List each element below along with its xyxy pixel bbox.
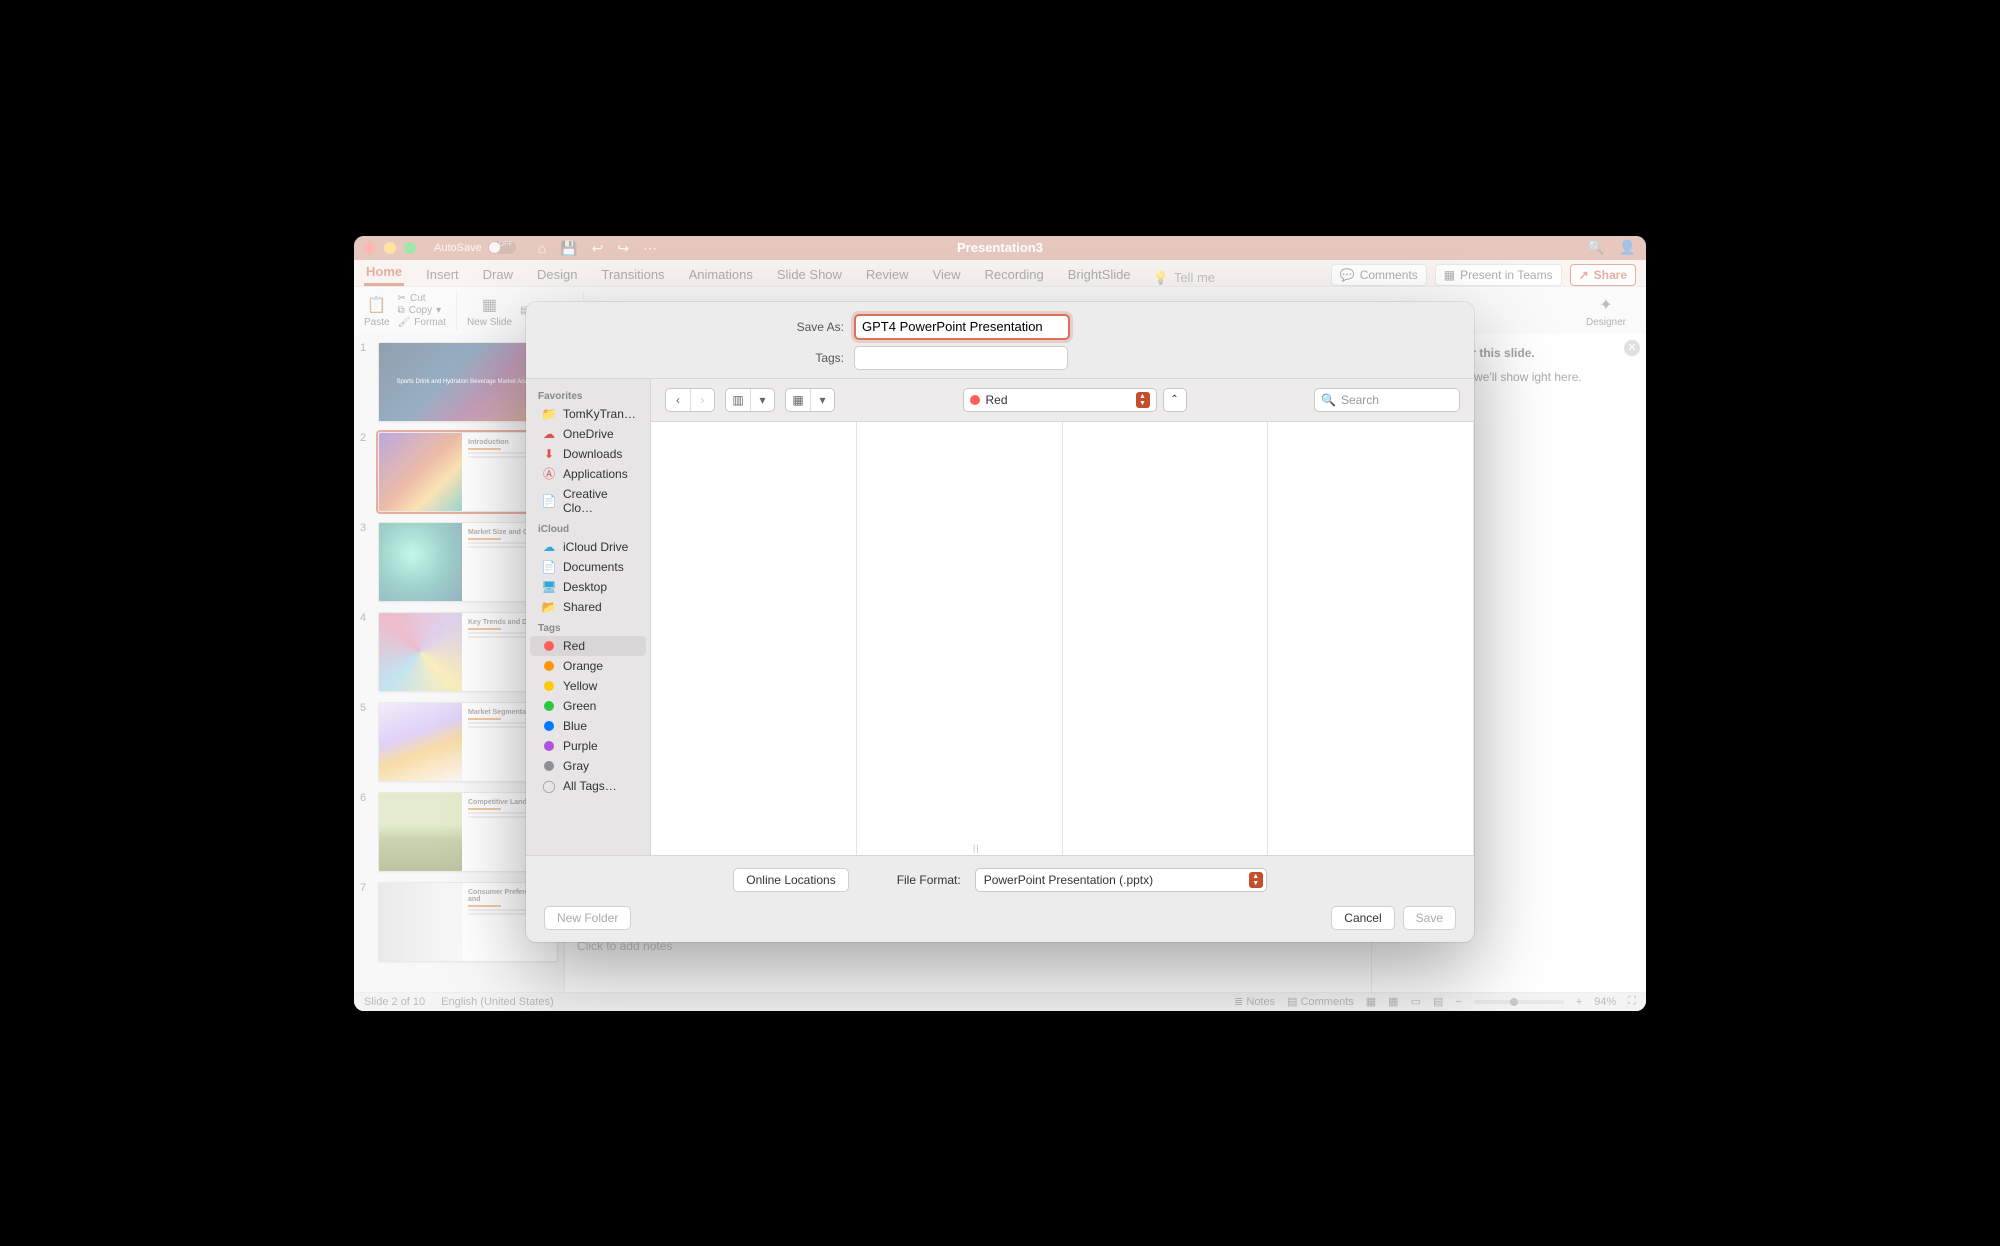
browser-column (1268, 422, 1474, 855)
desktop-icon: 🖥 (542, 580, 556, 594)
sidebar-item-tomkytran-[interactable]: 📁 TomKyTran… (530, 404, 646, 424)
sidebar-item-label: Documents (563, 560, 624, 574)
folder-icon: 📁 (542, 407, 556, 421)
chevron-down-icon: ▾ (759, 393, 765, 407)
sidebar-item-label: Orange (563, 659, 603, 673)
sidebar-item-blue[interactable]: Blue (530, 716, 646, 736)
browser-column (857, 422, 1063, 855)
sidebar-item-gray[interactable]: Gray (530, 756, 646, 776)
sidebar-item-label: TomKyTran… (563, 407, 636, 421)
sidebar-item-all-tags[interactable]: ◯ All Tags… (530, 776, 646, 796)
sidebar-item-label: Shared (563, 600, 602, 614)
sidebar-item-label: OneDrive (563, 427, 614, 441)
save-dialog-sidebar: Favorites 📁 TomKyTran… ☁︎ OneDrive ⬇︎ Download… (526, 379, 651, 855)
tag-dot-icon (542, 699, 556, 713)
save-as-input[interactable] (854, 314, 1070, 340)
save-button[interactable]: Save (1403, 906, 1456, 930)
search-input[interactable]: 🔍 Search (1314, 388, 1460, 412)
cloud-icon: ☁︎ (542, 540, 556, 554)
sidebar-item-shared[interactable]: 📂 Shared (530, 597, 646, 617)
online-locations-button[interactable]: Online Locations (733, 868, 848, 892)
tag-dot-icon (542, 719, 556, 733)
back-button[interactable]: ‹ (666, 389, 690, 411)
sidebar-item-label: Gray (563, 759, 589, 773)
sidebar-item-label: Blue (563, 719, 587, 733)
powerpoint-window: AutoSave OFF ⌂ 💾 ↩ ↪ ⋯ Presentation3 🔍 👤… (354, 236, 1646, 1011)
columns-icon: ▥ (732, 393, 743, 407)
browser-column (651, 422, 857, 855)
sidebar-item-label: Desktop (563, 580, 607, 594)
file-browser[interactable]: || (651, 422, 1474, 855)
doc-icon: 📄 (542, 494, 556, 508)
all-tags-icon: ◯ (542, 779, 556, 793)
chevron-left-icon: ‹ (676, 393, 680, 407)
file-format-value: PowerPoint Presentation (.pptx) (984, 873, 1153, 887)
chevron-right-icon: › (701, 393, 705, 407)
sidebar-header-favorites: Favorites (526, 385, 650, 404)
cancel-button[interactable]: Cancel (1331, 906, 1394, 930)
tag-dot-icon (542, 659, 556, 673)
sidebar-item-label: Downloads (563, 447, 622, 461)
location-picker[interactable]: Red ▲▼ (963, 388, 1157, 412)
forward-button[interactable]: › (690, 389, 714, 411)
sidebar-item-label: Yellow (563, 679, 597, 693)
shared-icon: 📂 (542, 600, 556, 614)
sidebar-item-label: Red (563, 639, 585, 653)
tag-dot-icon (542, 639, 556, 653)
tags-input[interactable] (854, 346, 1068, 370)
collapse-button[interactable]: ⌃ (1163, 388, 1187, 412)
file-format-label: File Format: (897, 873, 961, 887)
stepper-icon: ▲▼ (1136, 392, 1150, 408)
tag-dot-icon (542, 739, 556, 753)
new-folder-button[interactable]: New Folder (544, 906, 631, 930)
sidebar-item-desktop[interactable]: 🖥 Desktop (530, 577, 646, 597)
sidebar-item-red[interactable]: Red (530, 636, 646, 656)
tag-dot-icon (542, 759, 556, 773)
browser-column (1063, 422, 1269, 855)
sidebar-item-downloads[interactable]: ⬇︎ Downloads (530, 444, 646, 464)
nav-buttons: ‹ › (665, 388, 715, 412)
grid-icon: ▦ (792, 393, 803, 407)
file-format-select[interactable]: PowerPoint Presentation (.pptx) ▲▼ (975, 868, 1267, 892)
sidebar-header-tags: Tags (526, 617, 650, 636)
view-mode-grid[interactable]: ▦ ▾ (785, 388, 835, 412)
chevron-down-icon: ▾ (819, 393, 825, 407)
sidebar-item-label: Applications (563, 467, 628, 481)
doc-icon: 📄 (542, 560, 556, 574)
sidebar-item-creative-clo-[interactable]: 📄 Creative Clo… (530, 484, 646, 518)
sidebar-item-icloud-drive[interactable]: ☁︎ iCloud Drive (530, 537, 646, 557)
sidebar-item-label: Creative Clo… (563, 487, 634, 515)
cloud-icon: ☁︎ (542, 427, 556, 441)
sidebar-header-icloud: iCloud (526, 518, 650, 537)
save-as-label: Save As: (544, 320, 844, 334)
search-placeholder: Search (1341, 393, 1379, 407)
apps-icon: Ⓐ (542, 467, 556, 481)
red-tag-icon (970, 395, 980, 405)
search-icon: 🔍 (1321, 393, 1336, 407)
sidebar-item-purple[interactable]: Purple (530, 736, 646, 756)
tags-label: Tags: (544, 351, 844, 365)
sidebar-item-yellow[interactable]: Yellow (530, 676, 646, 696)
chevron-up-icon: ⌃ (1170, 394, 1178, 405)
save-dialog: Save As: Tags: Favorites 📁 TomKyTran… ☁︎ One… (526, 302, 1474, 942)
tag-dot-icon (542, 679, 556, 693)
sidebar-item-green[interactable]: Green (530, 696, 646, 716)
sidebar-item-orange[interactable]: Orange (530, 656, 646, 676)
download-icon: ⬇︎ (542, 447, 556, 461)
sidebar-item-documents[interactable]: 📄 Documents (530, 557, 646, 577)
sidebar-item-onedrive[interactable]: ☁︎ OneDrive (530, 424, 646, 444)
stepper-icon: ▲▼ (1249, 872, 1263, 888)
column-resize-handle[interactable]: || (973, 843, 980, 853)
sidebar-item-label: Green (563, 699, 596, 713)
view-mode-columns[interactable]: ▥ ▾ (725, 388, 775, 412)
sidebar-item-label: iCloud Drive (563, 540, 628, 554)
location-name: Red (986, 393, 1008, 407)
sidebar-item-label: All Tags… (563, 779, 617, 793)
sidebar-item-applications[interactable]: Ⓐ Applications (530, 464, 646, 484)
save-dialog-toolbar: ‹ › ▥ ▾ ▦ ▾ (651, 379, 1474, 422)
sidebar-item-label: Purple (563, 739, 598, 753)
